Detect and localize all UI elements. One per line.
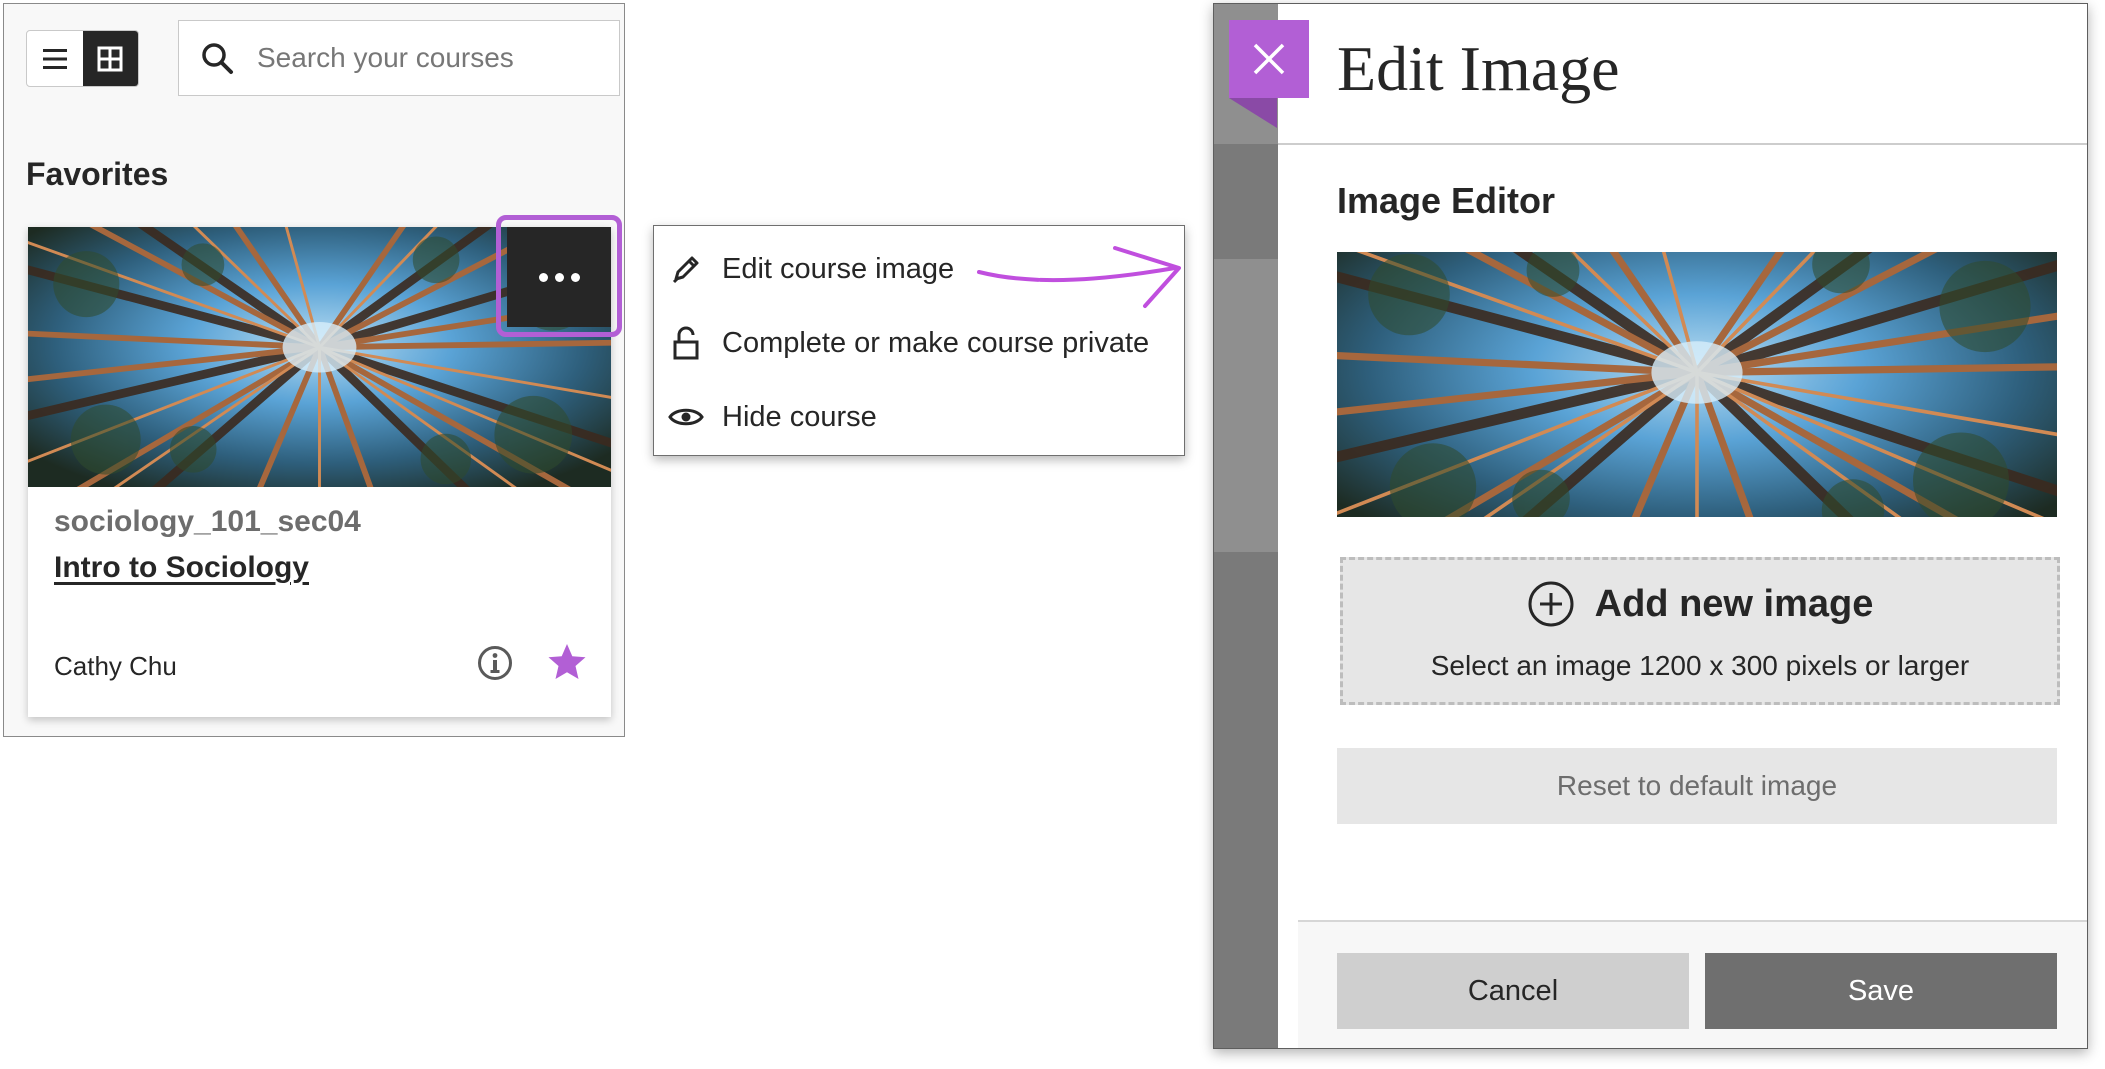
overlay-shade (1214, 144, 1278, 259)
menu-item-complete-or-private[interactable]: Complete or make course private (654, 311, 1184, 375)
plus-circle-icon (1528, 581, 1574, 627)
course-card[interactable]: sociology_101_sec04 Intro to Sociology C… (28, 215, 622, 717)
course-id: sociology_101_sec04 (54, 505, 361, 538)
save-button[interactable]: Save (1705, 953, 2057, 1029)
info-icon[interactable] (475, 643, 515, 683)
eye-icon (666, 397, 706, 437)
list-icon (42, 48, 67, 69)
search-courses (178, 20, 620, 96)
add-image-hint: Select an image 1200 x 300 pixels or lar… (1430, 650, 1970, 681)
course-name-link[interactable]: Intro to Sociology (54, 551, 309, 585)
section-heading: Image Editor (1337, 180, 1556, 221)
close-button-fold (1229, 98, 1277, 128)
menu-item-label: Edit course image (722, 252, 955, 285)
more-options-icon-dot (554, 272, 564, 282)
menu-item-label: Hide course (722, 400, 877, 433)
grid-icon (97, 46, 123, 71)
edit-image-panel: Edit Image Image Editor Add new image Se… (1213, 3, 2088, 1049)
list-view-button[interactable] (27, 31, 83, 86)
cancel-button[interactable]: Cancel (1337, 953, 1689, 1029)
close-button[interactable] (1229, 20, 1309, 98)
unlock-icon (666, 323, 706, 363)
instructor-name: Cathy Chu (54, 651, 177, 681)
arrow-annotation (977, 246, 1181, 308)
view-toggle (26, 30, 139, 87)
star-icon[interactable] (546, 641, 588, 683)
more-options-icon (538, 272, 548, 282)
add-new-image-dropzone[interactable]: Add new image Select an image 1200 x 300… (1340, 557, 2060, 705)
section-title-favorites: Favorites (26, 156, 169, 192)
divider (1278, 143, 2087, 145)
overlay-shade (1214, 552, 1278, 1048)
panel-title: Edit Image (1337, 33, 1620, 104)
search-icon (193, 34, 241, 82)
image-preview (1337, 252, 2057, 517)
pencil-icon (666, 249, 706, 289)
close-icon (1253, 43, 1285, 75)
more-options-button[interactable] (507, 227, 611, 327)
grid-view-button[interactable] (82, 31, 138, 86)
add-image-label: Add new image (1594, 582, 1874, 625)
reset-default-image-button[interactable]: Reset to default image (1337, 748, 2057, 824)
background-overlay (1214, 4, 1278, 1048)
course-list-panel: Favorites sociology_101_sec04 Intro to S… (3, 3, 625, 737)
menu-item-hide-course[interactable]: Hide course (654, 385, 1184, 449)
search-input[interactable] (255, 41, 595, 75)
add-image-row: Add new image (1343, 580, 2057, 628)
menu-item-label: Complete or make course private (722, 326, 1150, 359)
more-options-icon-dot (570, 272, 580, 282)
